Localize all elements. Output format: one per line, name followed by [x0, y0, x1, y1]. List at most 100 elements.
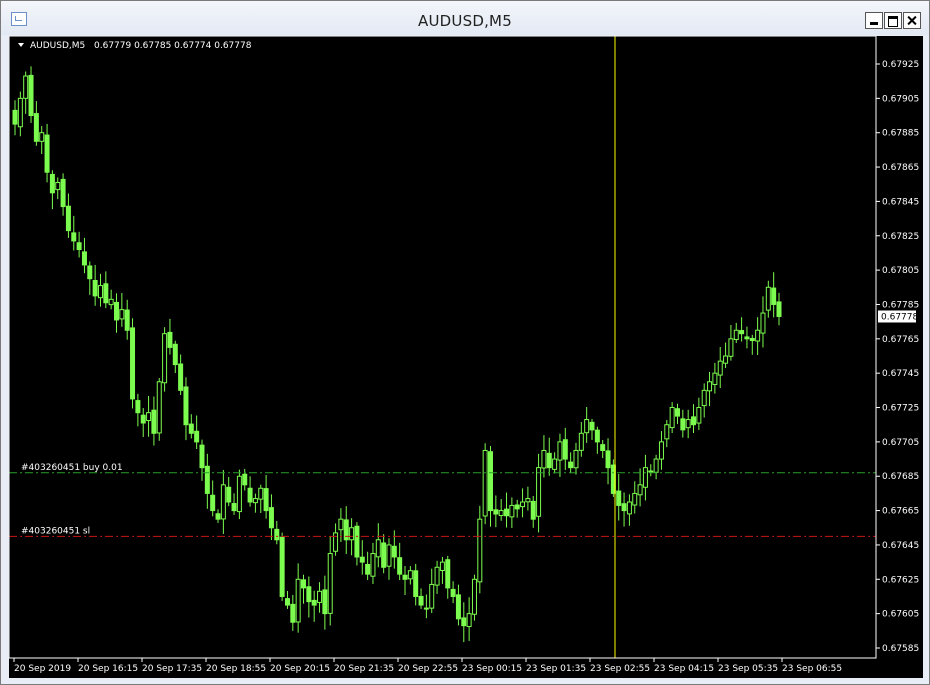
candle [771, 272, 777, 318]
candle [669, 402, 675, 434]
candle [49, 170, 55, 210]
candle [375, 523, 381, 568]
candle [146, 395, 152, 437]
candle-body [381, 542, 387, 568]
time-tick-label: 23 Sep 01:35 [526, 664, 586, 674]
candle-body [17, 97, 23, 128]
candle-body [317, 590, 323, 603]
candle [477, 505, 483, 594]
candle-body [268, 507, 274, 529]
candle-body [220, 484, 226, 520]
candle-body [397, 557, 403, 575]
candle-body [717, 360, 723, 376]
candle-body [541, 449, 547, 469]
candle [723, 342, 729, 369]
price-tick-label: 0.67645 [882, 541, 919, 551]
candle-body [429, 583, 435, 609]
candle [333, 523, 339, 556]
candle [578, 422, 584, 457]
price-tick-label: 0.67745 [882, 369, 919, 379]
candle-body [301, 579, 307, 589]
candle-body [338, 518, 344, 531]
candle-body [140, 414, 146, 424]
candle [322, 575, 328, 630]
candle [204, 453, 210, 509]
candle-body [178, 363, 184, 391]
minimize-button[interactable] [865, 12, 883, 29]
candle [514, 499, 520, 518]
candle [402, 566, 408, 596]
candle [642, 454, 648, 501]
candle-body [194, 430, 200, 443]
candle [17, 91, 23, 137]
candle [311, 590, 317, 622]
candle [60, 173, 66, 216]
chart-window: AUDUSD,M5 #403260451 buy 0.01 #403260451 … [0, 0, 930, 685]
candlestick-chart[interactable]: #403260451 buy 0.01 #403260451 sl 0.67925… [9, 36, 923, 678]
price-tick-label: 0.67605 [882, 610, 919, 620]
candle [167, 318, 173, 355]
candle-body [311, 599, 317, 606]
candle [55, 177, 61, 200]
candle-body [97, 285, 103, 299]
time-tick-label: 23 Sep 02:55 [590, 664, 650, 674]
candle-body [23, 75, 29, 99]
candle [354, 522, 360, 566]
candle-body [648, 470, 654, 473]
candle-body [471, 578, 477, 615]
candle [284, 591, 290, 609]
candle [151, 396, 157, 446]
close-button[interactable] [903, 12, 921, 29]
candle-body [466, 613, 472, 627]
candle [680, 409, 686, 438]
candle-body [407, 570, 413, 580]
price-tick-label: 0.67825 [882, 232, 919, 242]
candle [365, 551, 371, 580]
candle [776, 292, 782, 326]
price-tick-label: 0.67905 [882, 94, 919, 104]
candle [162, 327, 168, 392]
candle [504, 492, 510, 528]
candle-body [594, 429, 600, 443]
candle [557, 433, 563, 477]
candle-body [771, 287, 777, 305]
candle-body [349, 527, 355, 541]
candle-body [87, 265, 93, 280]
candle-body [370, 553, 376, 577]
collapse-triangle-icon[interactable] [18, 43, 24, 47]
candle [252, 493, 258, 513]
candle-body [461, 617, 467, 627]
candle [439, 556, 445, 584]
candle-body [386, 544, 392, 567]
candle [172, 340, 178, 373]
candle [92, 264, 98, 306]
chart-ohlc: 0.67779 0.67785 0.67774 0.67778 [94, 41, 252, 51]
candle-body [119, 309, 125, 320]
candle-body [290, 603, 296, 623]
price-tick-label: 0.67805 [882, 266, 919, 276]
candle [71, 215, 77, 251]
candle [429, 568, 435, 614]
candle-body [167, 331, 173, 348]
candle-body [231, 503, 237, 512]
candle-body [739, 330, 745, 335]
maximize-button[interactable] [884, 12, 902, 29]
candle [338, 508, 344, 543]
candle [536, 453, 542, 533]
candle-body [712, 372, 718, 385]
candle [97, 273, 103, 307]
candle [434, 560, 440, 594]
candle [12, 100, 18, 136]
candle-body [124, 309, 130, 331]
candle-body [81, 251, 87, 266]
candle [327, 536, 333, 626]
candle [509, 497, 515, 528]
candle-body [552, 458, 558, 470]
candle [632, 481, 638, 514]
order-lines-group: #403260451 buy 0.01 #403260451 sl [9, 463, 876, 537]
candle [124, 299, 130, 340]
candle-body [156, 381, 162, 434]
title-bar[interactable]: AUDUSD,M5 [1, 1, 929, 35]
chart-area[interactable]: #403260451 buy 0.01 #403260451 sl 0.67925… [9, 36, 923, 678]
candle [81, 237, 87, 274]
